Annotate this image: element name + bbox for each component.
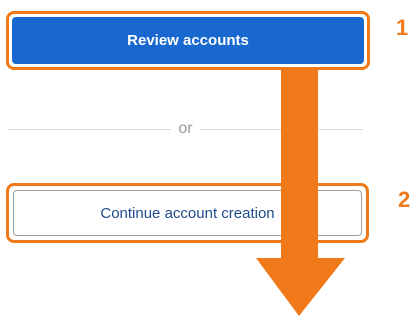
down-arrow-icon (256, 70, 345, 316)
